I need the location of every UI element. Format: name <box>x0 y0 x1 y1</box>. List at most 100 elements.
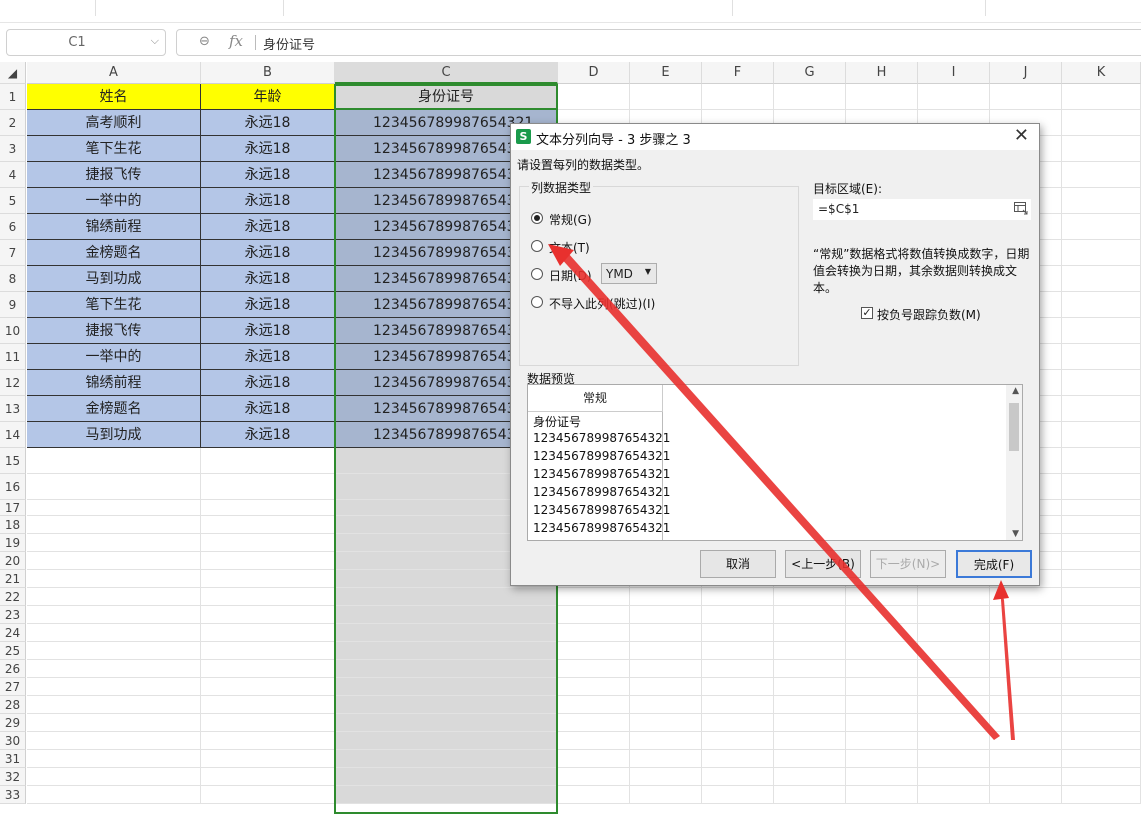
empty-cell[interactable] <box>27 500 201 516</box>
column-header-a[interactable]: A <box>27 62 201 84</box>
row-header[interactable]: 11 <box>0 344 26 370</box>
negative-checkbox[interactable]: ✓ <box>861 307 873 319</box>
column-header-k[interactable]: K <box>1062 62 1141 84</box>
empty-cell[interactable] <box>846 696 918 714</box>
empty-cell[interactable] <box>774 624 846 642</box>
empty-cell[interactable] <box>774 678 846 696</box>
empty-cell[interactable] <box>918 588 990 606</box>
data-cell[interactable]: 永远18 <box>201 370 335 396</box>
name-box[interactable]: C1 ⌵ <box>6 29 166 56</box>
row-header[interactable]: 2 <box>0 110 26 136</box>
row-header[interactable]: 28 <box>0 696 26 714</box>
data-cell[interactable]: 永远18 <box>201 318 335 344</box>
empty-cell[interactable] <box>630 768 702 786</box>
empty-cell[interactable] <box>201 534 335 552</box>
empty-cell[interactable] <box>630 732 702 750</box>
data-cell[interactable]: 一举中的 <box>27 344 201 370</box>
column-header-i[interactable]: I <box>918 62 990 84</box>
empty-cell[interactable] <box>774 786 846 804</box>
empty-cell[interactable] <box>990 786 1062 804</box>
cancel-button[interactable]: 取消 <box>700 550 776 578</box>
empty-cell[interactable] <box>27 534 201 552</box>
empty-cell[interactable] <box>918 660 990 678</box>
empty-cell[interactable] <box>1062 162 1141 188</box>
empty-cell[interactable] <box>1062 750 1141 768</box>
empty-cell[interactable] <box>846 84 918 110</box>
row-header[interactable]: 6 <box>0 214 26 240</box>
radio-date-label[interactable]: 日期(D) <box>549 267 592 284</box>
row-header[interactable]: 30 <box>0 732 26 750</box>
empty-cell[interactable] <box>1062 448 1141 474</box>
empty-cell[interactable] <box>990 588 1062 606</box>
empty-cell[interactable] <box>990 84 1062 110</box>
empty-cell[interactable] <box>774 768 846 786</box>
radio-text[interactable] <box>531 240 543 252</box>
empty-cell[interactable] <box>201 448 335 474</box>
empty-cell[interactable] <box>918 624 990 642</box>
column-header-d[interactable]: D <box>558 62 630 84</box>
data-cell[interactable]: 锦绣前程 <box>27 370 201 396</box>
empty-cell[interactable] <box>27 588 201 606</box>
data-cell[interactable]: 永远18 <box>201 344 335 370</box>
empty-cell[interactable] <box>27 750 201 768</box>
empty-cell[interactable] <box>1062 188 1141 214</box>
empty-cell[interactable] <box>558 624 630 642</box>
empty-cell[interactable] <box>1062 370 1141 396</box>
empty-cell[interactable] <box>846 606 918 624</box>
empty-cell[interactable] <box>846 624 918 642</box>
empty-cell[interactable] <box>1062 552 1141 570</box>
data-cell[interactable]: 笔下生花 <box>27 136 201 162</box>
empty-cell[interactable] <box>201 642 335 660</box>
row-header[interactable]: 1 <box>0 84 26 110</box>
empty-cell[interactable] <box>1062 696 1141 714</box>
header-cell[interactable]: 年龄 <box>201 84 335 110</box>
data-preview[interactable]: 常规 身份证号 123456789987654321 1234567899876… <box>527 384 1023 541</box>
empty-cell[interactable] <box>27 570 201 588</box>
data-cell[interactable]: 永远18 <box>201 214 335 240</box>
empty-cell[interactable] <box>201 750 335 768</box>
empty-cell[interactable] <box>201 474 335 500</box>
empty-cell[interactable] <box>1062 214 1141 240</box>
scroll-thumb[interactable] <box>1009 403 1019 451</box>
close-icon[interactable]: ✕ <box>1014 125 1029 146</box>
empty-cell[interactable] <box>201 732 335 750</box>
empty-cell[interactable] <box>774 84 846 110</box>
empty-cell[interactable] <box>558 768 630 786</box>
empty-cell[interactable] <box>335 624 558 642</box>
empty-cell[interactable] <box>1062 714 1141 732</box>
empty-cell[interactable] <box>27 474 201 500</box>
empty-cell[interactable] <box>558 750 630 768</box>
row-header[interactable]: 27 <box>0 678 26 696</box>
row-header[interactable]: 12 <box>0 370 26 396</box>
fx-icon[interactable]: fx <box>229 32 243 50</box>
empty-cell[interactable] <box>846 732 918 750</box>
row-header[interactable]: 13 <box>0 396 26 422</box>
empty-cell[interactable] <box>27 696 201 714</box>
row-header[interactable]: 17 <box>0 500 26 516</box>
row-header[interactable]: 20 <box>0 552 26 570</box>
data-cell[interactable]: 永远18 <box>201 292 335 318</box>
empty-cell[interactable] <box>846 768 918 786</box>
radio-general[interactable] <box>531 212 543 224</box>
empty-cell[interactable] <box>990 768 1062 786</box>
row-header[interactable]: 10 <box>0 318 26 344</box>
empty-cell[interactable] <box>702 624 774 642</box>
empty-cell[interactable] <box>201 500 335 516</box>
date-format-select[interactable]: YMD ▼ <box>601 263 657 284</box>
empty-cell[interactable] <box>27 768 201 786</box>
radio-text-label[interactable]: 文本(T) <box>549 239 590 256</box>
radio-date[interactable] <box>531 268 543 280</box>
empty-cell[interactable] <box>201 714 335 732</box>
empty-cell[interactable] <box>918 714 990 732</box>
empty-cell[interactable] <box>774 714 846 732</box>
empty-cell[interactable] <box>702 642 774 660</box>
row-header[interactable]: 25 <box>0 642 26 660</box>
data-cell[interactable]: 永远18 <box>201 162 335 188</box>
empty-cell[interactable] <box>201 552 335 570</box>
finish-button[interactable]: 完成(F) <box>956 550 1032 578</box>
empty-cell[interactable] <box>335 696 558 714</box>
data-cell[interactable]: 永远18 <box>201 266 335 292</box>
row-header[interactable]: 5 <box>0 188 26 214</box>
empty-cell[interactable] <box>1062 500 1141 516</box>
empty-cell[interactable] <box>846 714 918 732</box>
